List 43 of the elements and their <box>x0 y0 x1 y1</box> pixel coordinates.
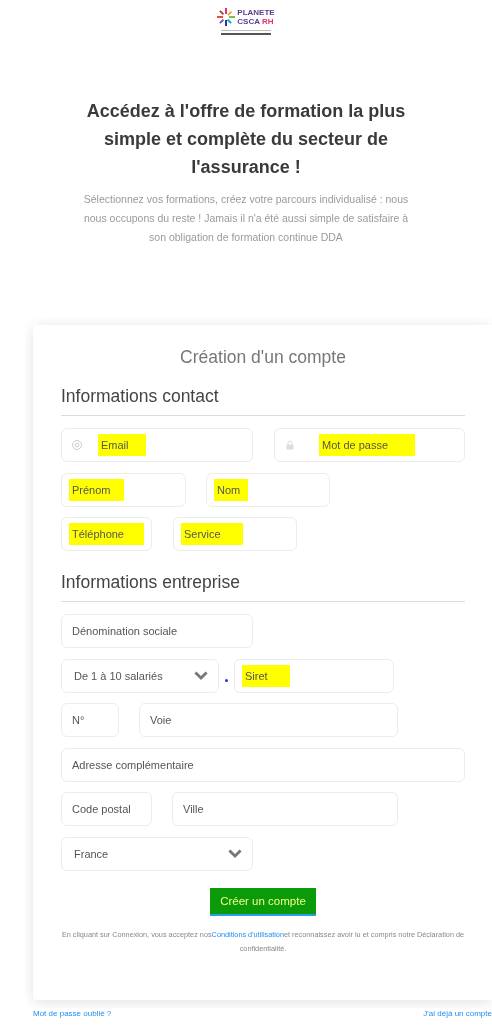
text-field[interactable]: Prénom <box>61 472 186 507</box>
text-field[interactable]: N° <box>61 703 119 737</box>
form-title: Création d'un compte <box>179 347 347 368</box>
text-field[interactable]: Siret <box>234 658 394 693</box>
text-field[interactable]: Service <box>173 517 297 551</box>
input-field[interactable]: Email <box>98 434 147 456</box>
footer-link[interactable]: J'ai déjà un compte <box>423 1009 492 1018</box>
input-field[interactable]: Mot de passe <box>319 434 415 456</box>
logo-text: PLANETE <box>237 8 275 17</box>
logo-icon <box>217 8 236 26</box>
footer-link[interactable]: Mot de passe oublié ? <box>33 1009 112 1018</box>
logo-tagline-icon <box>221 30 271 35</box>
text-field[interactable]: Email <box>61 428 253 462</box>
input-field[interactable]: Dénomination sociale <box>72 625 242 637</box>
select-field[interactable]: France <box>61 836 253 871</box>
text-field[interactable]: Mot de passe <box>274 428 465 462</box>
text-field[interactable]: Téléphone <box>61 517 152 551</box>
text-field[interactable]: Nom <box>206 472 330 507</box>
input-field[interactable]: Prénom <box>69 478 124 501</box>
input-field[interactable]: Code postal <box>72 803 141 815</box>
input-field[interactable]: Téléphone <box>69 523 145 545</box>
lock-icon <box>285 440 295 450</box>
section-heading: Informations entreprise <box>61 572 465 602</box>
input-field[interactable]: Ville <box>183 803 387 815</box>
dot-mark <box>225 679 228 682</box>
input-field[interactable]: Voie <box>150 714 387 726</box>
text-field[interactable]: Code postal <box>61 792 152 826</box>
create-account-button[interactable]: Créer un compte <box>210 887 316 916</box>
select-field[interactable]: De 1 à 10 salariés <box>61 658 219 693</box>
text-field[interactable]: Dénomination sociale <box>61 614 253 648</box>
text-field[interactable]: Voie <box>139 703 398 737</box>
at-sign-icon <box>72 440 82 450</box>
input-field[interactable]: Adresse complémentaire <box>72 758 454 771</box>
input-field[interactable]: N° <box>72 714 108 726</box>
text-field[interactable]: Adresse complémentaire <box>61 747 465 782</box>
text-field[interactable]: Ville <box>172 792 398 826</box>
logo-text: CSCA RH <box>237 17 275 26</box>
input-field[interactable]: Siret <box>242 664 291 687</box>
input-field[interactable]: Service <box>181 523 243 545</box>
section-heading: Informations contact <box>61 386 465 416</box>
headline: Accédez à l'offre de formation la plus simple et complète du secteur de l'assurance ! <box>85 100 407 179</box>
intro-text: Sélectionnez vos formations, créez votre parcours individualisé : nous nous occupons du reste ! Jamais il n'a été aussi simple de satisfaire à son obligation de formation continue DDA <box>82 192 410 245</box>
input-field[interactable]: Nom <box>214 478 249 501</box>
